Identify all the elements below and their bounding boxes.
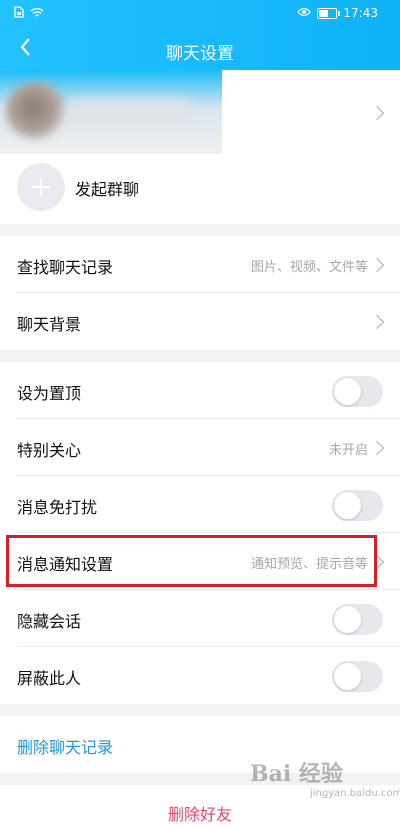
start-group-chat-label[interactable]: 发起群聊: [75, 176, 139, 200]
row-label: 设为置顶: [17, 384, 82, 403]
delete-friend-button[interactable]: 删除好友: [0, 801, 400, 825]
watermark-main: Bai 经验: [250, 761, 343, 787]
hide-chat-toggle[interactable]: [332, 604, 383, 635]
toggle-knob: [334, 663, 361, 690]
profile-card: 发起群聊: [0, 70, 400, 224]
blurred-avatar[interactable]: [0, 70, 222, 154]
toggle-knob: [334, 492, 361, 519]
clock-time: 17:43: [343, 6, 378, 20]
page-title: 聊天设置: [166, 44, 234, 64]
row-label: 特别关心: [17, 441, 82, 460]
find-chat-history-row[interactable]: 查找聊天记录 图片、视频、文件等: [0, 236, 400, 293]
watermark-sub: jingyan.baidu.com: [310, 788, 400, 799]
header-bar: 17:43 聊天设置: [0, 0, 400, 70]
pin-top-row: 设为置顶: [0, 362, 400, 419]
nav-bar: 聊天设置: [0, 26, 400, 70]
battery-icon: [317, 7, 341, 19]
do-not-disturb-row: 消息免打扰: [0, 476, 400, 533]
hide-chat-row: 隐藏会话: [0, 590, 400, 647]
block-toggle[interactable]: [332, 661, 383, 692]
sim-icon: [14, 6, 24, 21]
chevron-right-icon: [369, 314, 385, 330]
chevron-right-icon[interactable]: [369, 105, 385, 121]
status-bar: 17:43: [0, 0, 400, 26]
row-label: 查找聊天记录: [17, 258, 114, 277]
delete-chat-history-button[interactable]: 删除聊天记录: [17, 734, 113, 758]
row-hint: 图片、视频、文件等: [250, 260, 368, 275]
row-label: 隐藏会话: [17, 612, 82, 631]
toggle-knob: [334, 378, 361, 405]
pin-top-toggle[interactable]: [332, 376, 383, 407]
settings-section: 设为置顶 特别关心 未开启 消息免打扰 消息通知设置 通知预览、提示音等 隐藏会…: [0, 362, 400, 704]
row-label: 屏蔽此人: [17, 669, 82, 688]
plus-icon[interactable]: [17, 163, 65, 211]
chat-background-row[interactable]: 聊天背景: [0, 293, 400, 350]
baidu-watermark: Bai 经验 jingyan.baidu.com: [250, 756, 400, 804]
highlight-box: [6, 535, 377, 587]
block-user-row: 屏蔽此人: [0, 647, 400, 704]
row-hint: 未开启: [328, 443, 368, 458]
chevron-right-icon: [369, 440, 385, 456]
search-section: 查找聊天记录 图片、视频、文件等 聊天背景: [0, 236, 400, 350]
row-label: 消息免打扰: [17, 498, 98, 517]
eye-icon: [297, 6, 312, 20]
dnd-toggle[interactable]: [332, 490, 383, 521]
wifi-icon: [30, 7, 44, 21]
chevron-right-icon: [369, 257, 385, 273]
toggle-knob: [334, 606, 361, 633]
special-care-row[interactable]: 特别关心 未开启: [0, 419, 400, 476]
row-label: 聊天背景: [17, 315, 82, 334]
